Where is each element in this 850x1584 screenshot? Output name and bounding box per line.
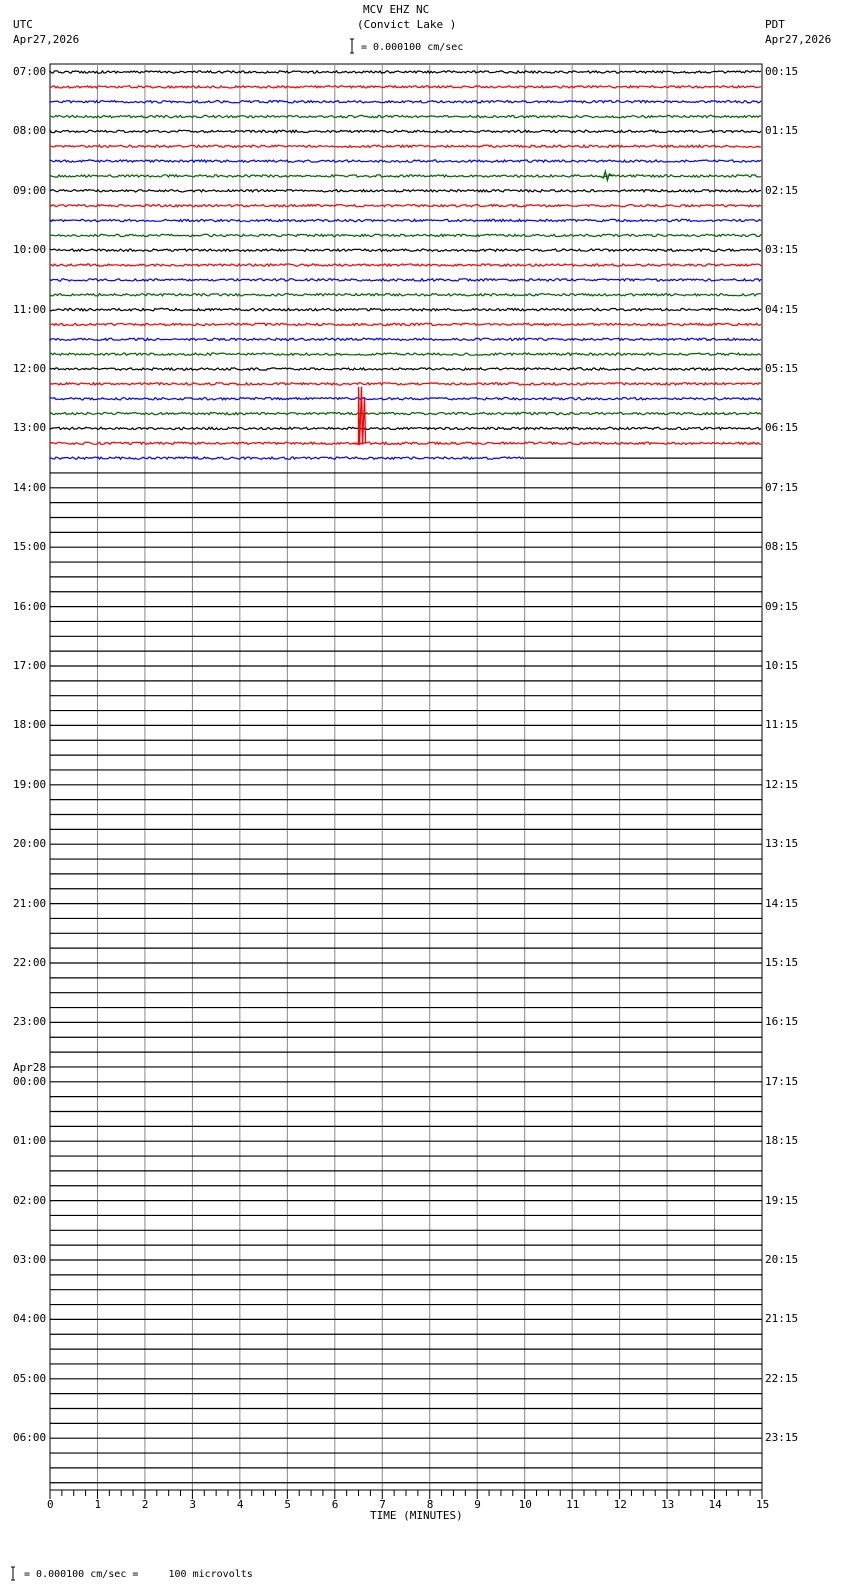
pdt-hour-label: 19:15 [765, 1193, 799, 1207]
pdt-hour-label: 04:15 [765, 302, 799, 316]
pdt-hour-label: 13:15 [765, 837, 799, 851]
utc-hour-label: 16:00 [13, 599, 47, 613]
pdt-hour-label: 23:15 [765, 1431, 799, 1445]
helicorder-page: MCV EHZ NC (Convict Lake ) UTC Apr27,202… [0, 0, 850, 1584]
plot-frame [49, 63, 763, 1491]
x-tick-label: 0 [47, 1498, 54, 1511]
trace-row [49, 381, 762, 386]
pdt-hour-label: 22:15 [765, 1371, 799, 1385]
x-tick-label: 7 [379, 1498, 386, 1511]
trace-row [49, 84, 762, 89]
x-tick-label: 14 [708, 1498, 722, 1511]
x-tick-label: 5 [284, 1498, 291, 1511]
utc-hour-label: 19:00 [13, 777, 47, 791]
pdt-hour-label: 14:15 [765, 896, 799, 910]
trace-row [49, 322, 762, 327]
trace-row [49, 411, 762, 416]
x-tick-label: 2 [141, 1498, 149, 1511]
x-tick-label: 12 [613, 1498, 627, 1511]
utc-hour-label: 22:00 [13, 956, 47, 969]
trace-row [49, 69, 762, 75]
utc-hour-label: 12:00 [13, 362, 47, 375]
pdt-hour-label: 01:15 [765, 124, 799, 138]
utc-hour-label: 11:00 [13, 302, 47, 316]
utc-hour-label: 01:00 [13, 1134, 47, 1148]
x-tick-label: 15 [756, 1498, 770, 1511]
trace-row [49, 292, 762, 297]
x-tick-label: 11 [566, 1498, 580, 1511]
utc-hour-label: 06:00 [13, 1431, 47, 1445]
utc-hour-label: 04:00 [13, 1312, 47, 1326]
pdt-hour-label: 00:15 [765, 65, 799, 78]
trace-row [49, 396, 762, 401]
utc-hour-label: 23:00 [13, 1015, 47, 1029]
utc-hour-label: 09:00 [13, 183, 47, 197]
utc-hour-label: 03:00 [13, 1253, 47, 1266]
trace-row [49, 99, 762, 104]
trace-row [49, 352, 762, 357]
utc-hour-label: 07:00 [13, 65, 47, 78]
x-tick-label: 1 [94, 1498, 102, 1511]
utc-hour-label: 20:00 [13, 837, 47, 851]
x-tick-label: 9 [474, 1498, 481, 1511]
trace-row [49, 441, 762, 446]
pdt-hour-label: 02:15 [765, 183, 799, 197]
pdt-hour-label: 08:15 [765, 540, 799, 554]
utc-hour-label: 02:00 [13, 1193, 47, 1207]
utc-hour-label: 05:00 [13, 1371, 47, 1385]
trace-row [49, 158, 762, 164]
pdt-hour-label: 06:15 [765, 421, 799, 435]
pdt-hour-label: 03:15 [765, 243, 799, 257]
pdt-hour-label: 17:15 [765, 1074, 799, 1088]
date-change-label: Apr28 [13, 1060, 47, 1074]
x-tick-label: 10 [518, 1498, 532, 1511]
pdt-hour-label: 11:15 [765, 718, 799, 732]
pdt-hour-label: 07:15 [765, 480, 799, 494]
pdt-hour-label: 21:15 [765, 1312, 799, 1326]
trace-row [49, 217, 762, 223]
trace-row [49, 203, 762, 208]
x-tick-label: 4 [236, 1498, 244, 1511]
seismic-event [352, 386, 367, 446]
x-tick-label: 3 [189, 1498, 197, 1511]
pdt-hour-label: 18:15 [765, 1134, 799, 1148]
pdt-hour-label: 15:15 [765, 956, 799, 969]
x-tick-label: 13 [661, 1498, 675, 1511]
seismogram-plot [11, 38, 763, 1581]
trace-row [49, 366, 762, 372]
footer-scale-bar-icon [11, 1566, 15, 1581]
utc-hour-label: 21:00 [13, 896, 47, 910]
trace-row [49, 114, 762, 119]
scale-bar-icon [350, 38, 354, 54]
utc-hour-label: 08:00 [13, 124, 47, 138]
utc-hour-label: 14:00 [13, 480, 47, 494]
trace-row [49, 144, 762, 149]
x-tick-label: 8 [426, 1498, 434, 1511]
trace-row [49, 262, 762, 268]
trace-row [49, 307, 762, 312]
trace-row [49, 248, 762, 253]
pdt-hour-label: 16:15 [765, 1015, 799, 1029]
pdt-hour-label: 20:15 [765, 1253, 799, 1266]
trace-row [49, 426, 762, 431]
utc-hour-label: 00:00 [13, 1074, 47, 1088]
x-tick-label: 6 [331, 1498, 339, 1511]
utc-hour-label: 10:00 [13, 243, 47, 257]
utc-hour-label: 17:00 [13, 659, 47, 672]
trace-row [49, 173, 762, 179]
utc-hour-label: 15:00 [13, 540, 47, 554]
trace-row [49, 277, 762, 282]
utc-hour-label: 18:00 [13, 718, 47, 732]
trace-row [49, 128, 762, 134]
pdt-hour-label: 12:15 [765, 777, 799, 791]
pdt-hour-label: 10:15 [765, 659, 799, 672]
trace-row [49, 337, 762, 342]
pdt-hour-label: 09:15 [765, 599, 799, 613]
trace-row [49, 188, 762, 194]
pdt-hour-label: 05:15 [765, 362, 799, 375]
utc-hour-label: 13:00 [13, 421, 47, 435]
trace-row [49, 233, 762, 238]
